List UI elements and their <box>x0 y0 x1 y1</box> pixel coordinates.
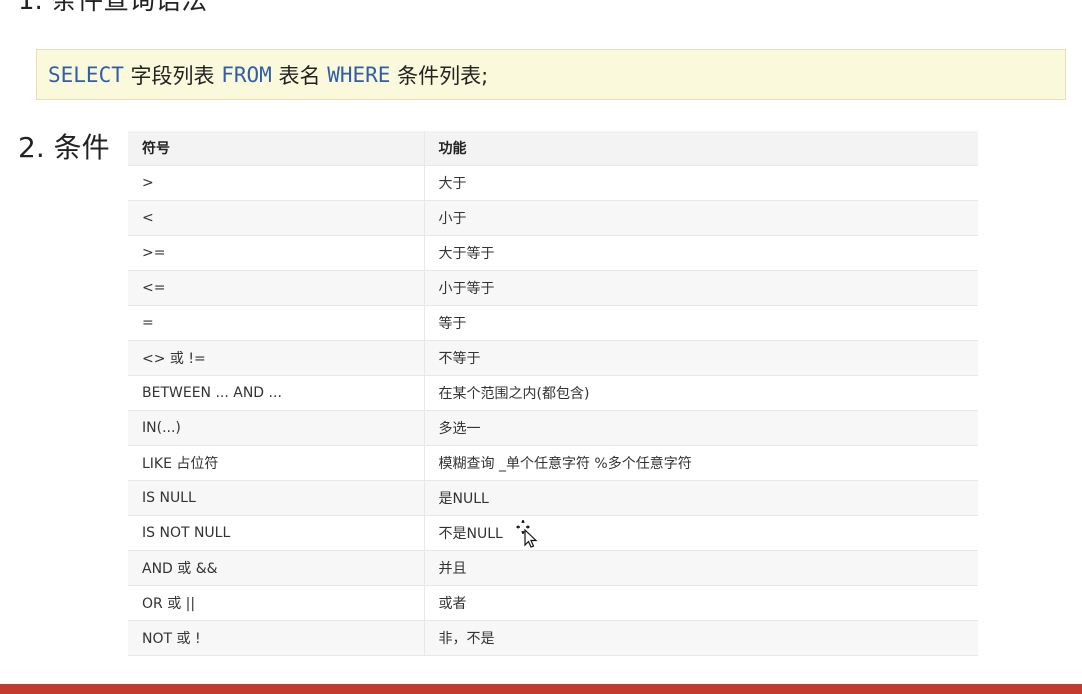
cell-symbol: >= <box>128 235 424 271</box>
cell-symbol: IS NULL <box>128 480 424 516</box>
cell-function: 不等于 <box>423 340 978 376</box>
cell-symbol: <= <box>128 270 424 306</box>
table-row: NOT 或 ! 非，不是 <box>128 620 978 656</box>
code-text-table: 表名 <box>272 60 327 90</box>
table-row: IN(...) 多选一 <box>128 410 978 446</box>
column-header-symbol: 符号 <box>128 131 424 166</box>
heading-conditions: 2. 条件 <box>18 131 110 164</box>
move-cursor-icon <box>516 520 538 548</box>
cell-function: 小于等于 <box>423 270 978 306</box>
cell-symbol: IN(...) <box>128 410 424 446</box>
cell-symbol: <> 或 != <box>128 340 424 376</box>
cell-symbol: = <box>128 305 424 341</box>
cell-function: 非，不是 <box>423 620 978 656</box>
table-row: IS NULL 是NULL <box>128 480 978 516</box>
cell-function: 是NULL <box>423 480 978 516</box>
table-row: < 小于 <box>128 200 978 236</box>
cell-function: 在某个范围之内(都包含) <box>423 375 978 411</box>
cell-symbol: < <box>128 200 424 236</box>
sql-syntax-code-block: SELECT 字段列表 FROM 表名 WHERE 条件列表; <box>36 49 1066 100</box>
table-row: AND 或 && 并且 <box>128 550 978 586</box>
cell-symbol: OR 或 || <box>128 585 424 621</box>
cell-function: 并且 <box>423 550 978 586</box>
table-row: BETWEEN ... AND ... 在某个范围之内(都包含) <box>128 375 978 411</box>
table-row: LIKE 占位符 模糊查询 _单个任意字符 %多个任意字符 <box>128 445 978 481</box>
cell-function: 大于等于 <box>423 235 978 271</box>
slide-page: 1. 条件查询语法 SELECT 字段列表 FROM 表名 WHERE 条件列表… <box>0 0 1082 694</box>
cell-symbol: LIKE 占位符 <box>128 445 424 481</box>
table-row: <> 或 != 不等于 <box>128 340 978 376</box>
code-table-label: 表名 <box>278 63 321 88</box>
table-row: <= 小于等于 <box>128 270 978 306</box>
cell-function: 不是NULL <box>423 515 978 551</box>
cell-symbol: AND 或 && <box>128 550 424 586</box>
cell-function: 小于 <box>423 200 978 236</box>
heading-condition-query-syntax: 1. 条件查询语法 <box>18 0 208 16</box>
code-fields-label: 字段列表 <box>130 63 215 88</box>
cell-symbol: NOT 或 ! <box>128 620 424 656</box>
table-row: > 大于 <box>128 165 978 201</box>
table-row: OR 或 || 或者 <box>128 585 978 621</box>
cell-symbol: > <box>128 165 424 201</box>
conditions-table: 符号 功能 > 大于 < 小于 >= 大于等于 <= 小于等于 = 等于 <> … <box>128 131 978 656</box>
code-keyword-from: FROM <box>221 62 272 87</box>
table-header-row: 符号 功能 <box>128 131 978 166</box>
cell-function: 大于 <box>423 165 978 201</box>
table-row: IS NOT NULL 不是NULL <box>128 515 978 551</box>
code-conditions-label: 条件列表; <box>397 63 489 88</box>
table-row: >= 大于等于 <box>128 235 978 271</box>
cell-symbol: IS NOT NULL <box>128 515 424 551</box>
code-keyword-select: SELECT <box>48 62 124 87</box>
code-text-conditions: 条件列表; <box>390 60 488 90</box>
cell-function: 多选一 <box>423 410 978 446</box>
cell-function: 或者 <box>423 585 978 621</box>
cell-function: 模糊查询 _单个任意字符 %多个任意字符 <box>423 445 978 481</box>
cell-function: 等于 <box>423 305 978 341</box>
cell-symbol: BETWEEN ... AND ... <box>128 375 424 411</box>
code-keyword-where: WHERE <box>327 62 391 87</box>
column-header-function: 功能 <box>423 131 978 166</box>
bottom-accent-bar <box>0 684 1082 694</box>
code-text-fields: 字段列表 <box>124 60 221 90</box>
table-row: = 等于 <box>128 305 978 341</box>
